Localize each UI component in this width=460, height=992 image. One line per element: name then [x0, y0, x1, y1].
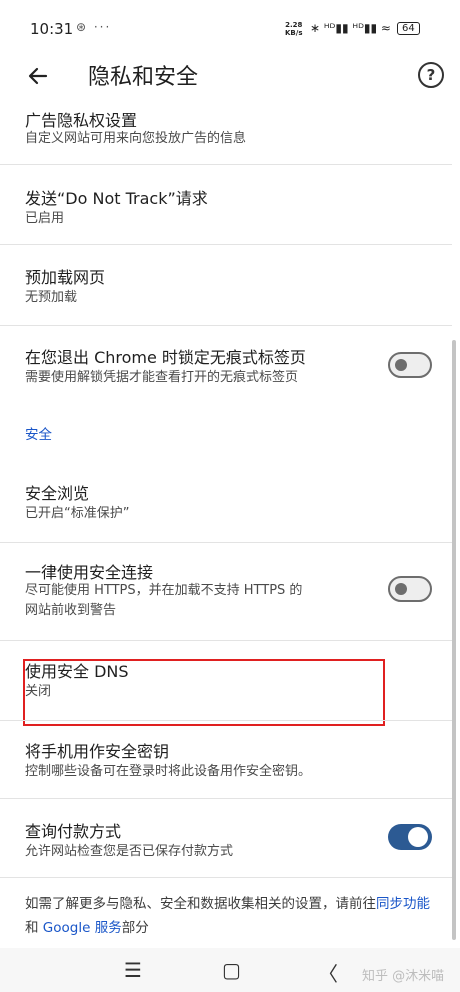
signal-wifi-icons: ∗ ᴴᴰ▮▮ ᴴᴰ▮▮ ≈ — [310, 21, 391, 35]
setting-title: 发送“Do Not Track”请求 — [25, 189, 208, 208]
lock-incognito-toggle[interactable] — [388, 352, 432, 378]
status-right-icons: ∗ ᴴᴰ▮▮ ᴴᴰ▮▮ ≈ 64 — [310, 19, 420, 37]
footer-text-middle: 和 — [25, 920, 43, 936]
watermark: 知乎 @沐米喵 — [362, 969, 445, 984]
status-bar: 10:31 ⊛ ··· 2.28 KB/s ∗ ᴴᴰ▮▮ ᴴᴰ▮▮ ≈ 64 — [0, 0, 460, 56]
setting-title: 广告隐私权设置 — [25, 111, 138, 130]
divider — [0, 640, 452, 641]
battery-icon: 64 — [396, 21, 420, 35]
toggle-knob — [395, 359, 407, 371]
divider — [0, 542, 452, 543]
setting-title: 将手机用作安全密钥 — [25, 742, 170, 761]
footer-text-after: 部分 — [121, 920, 149, 936]
status-time: 10:31 — [30, 20, 74, 38]
setting-title: 在您退出 Chrome 时锁定无痕式标签页 — [25, 348, 306, 367]
setting-subtitle: 自定义网站可用来向您投放广告的信息 — [25, 131, 247, 146]
setting-ad-privacy[interactable]: 广告隐私权设置 自定义网站可用来向您投放广告的信息 — [0, 100, 460, 162]
divider — [0, 798, 452, 799]
section-header-security: 安全 — [25, 427, 52, 443]
divider — [0, 325, 452, 326]
network-speed: 2.28 KB/s — [285, 21, 302, 37]
toggle-knob — [395, 583, 407, 595]
setting-payment-methods[interactable]: 查询付款方式 允许网站检查您是否已保存付款方式 — [0, 808, 460, 878]
https-first-toggle[interactable] — [388, 576, 432, 602]
setting-subtitle: 已开启“标准保护” — [25, 506, 130, 521]
setting-subtitle-line2: 网站前收到警告 — [25, 603, 117, 618]
speed-unit: KB/s — [285, 29, 303, 37]
setting-preload[interactable]: 预加载网页 无预加载 — [0, 254, 460, 324]
page-title: 隐私和安全 — [88, 65, 199, 90]
setting-do-not-track[interactable]: 发送“Do Not Track”请求 已启用 — [0, 175, 460, 245]
setting-phone-security-key[interactable]: 将手机用作安全密钥 控制哪些设备可在登录时将此设备用作安全密钥。 — [0, 728, 460, 798]
back-arrow-icon[interactable] — [26, 64, 50, 88]
setting-subtitle-line1: 尽可能使用 HTTPS，并在加载不支持 HTTPS 的 — [25, 583, 303, 598]
setting-subtitle: 允许网站检查您是否已保存付款方式 — [25, 844, 234, 859]
setting-title: 一律使用安全连接 — [25, 563, 154, 582]
google-services-link[interactable]: Google 服务 — [43, 920, 122, 936]
setting-title: 查询付款方式 — [25, 822, 122, 841]
setting-https-first[interactable]: 一律使用安全连接 尽可能使用 HTTPS，并在加载不支持 HTTPS 的 网站前… — [0, 550, 460, 640]
help-icon[interactable]: ? — [418, 62, 444, 88]
setting-subtitle: 已启用 — [25, 211, 65, 226]
sync-link[interactable]: 同步功能 — [376, 896, 430, 912]
divider — [0, 877, 452, 878]
divider — [0, 244, 452, 245]
setting-lock-incognito[interactable]: 在您退出 Chrome 时锁定无痕式标签页 需要使用解锁凭据才能查看打开的无痕式… — [0, 334, 460, 404]
speed-value: 2.28 — [285, 21, 303, 29]
scrollbar[interactable] — [452, 340, 456, 940]
setting-subtitle: 控制哪些设备可在登录时将此设备用作安全密钥。 — [25, 764, 312, 779]
highlight-box — [23, 659, 385, 726]
setting-subtitle: 无预加载 — [25, 290, 78, 305]
setting-safe-browsing[interactable]: 安全浏览 已开启“标准保护” — [0, 470, 460, 540]
toggle-knob — [408, 827, 428, 847]
payment-methods-toggle[interactable] — [388, 824, 432, 850]
back-nav-icon[interactable]: 〈 — [318, 958, 338, 987]
footer-info: 如需了解更多与隐私、安全和数据收集相关的设置，请前往同步功能和 Google 服… — [25, 892, 435, 940]
divider — [0, 720, 452, 721]
notification-icons: ⊛ ··· — [76, 20, 112, 34]
footer-text-before: 如需了解更多与隐私、安全和数据收集相关的设置，请前往 — [25, 896, 376, 912]
menu-icon[interactable]: ☰ — [124, 958, 142, 982]
setting-subtitle: 需要使用解锁凭据才能查看打开的无痕式标签页 — [25, 370, 299, 385]
divider — [0, 164, 452, 165]
setting-title: 预加载网页 — [25, 268, 106, 287]
home-icon[interactable]: ▢ — [222, 958, 241, 982]
setting-title: 安全浏览 — [25, 484, 90, 503]
app-bar: 隐私和安全 ? — [0, 56, 460, 100]
